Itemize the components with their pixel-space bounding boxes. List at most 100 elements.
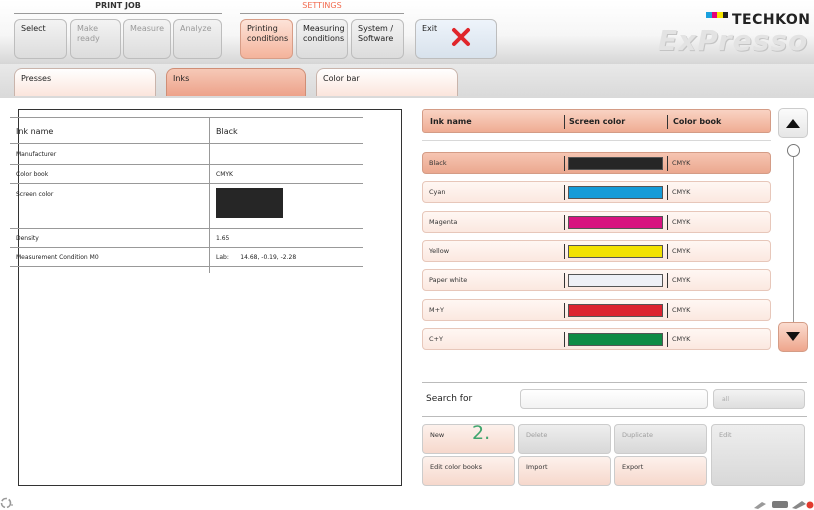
ink-row[interactable]: Paper white CMYK [422, 269, 771, 291]
ink-row-name: Magenta [429, 218, 458, 226]
scroll-track [793, 144, 794, 322]
scroll-handle[interactable] [787, 144, 800, 157]
manufacturer-label: Manufacturer [16, 151, 57, 158]
import-button[interactable]: Import [518, 456, 611, 486]
detail-row [10, 229, 363, 248]
header-screen-color: Screen color [569, 117, 626, 126]
ink-row-separator [564, 332, 565, 347]
make-ready-button[interactable]: Make ready [70, 19, 121, 59]
all-button[interactable]: all [713, 389, 805, 409]
detail-row [10, 117, 363, 144]
color-book-label: Color book [16, 171, 49, 178]
ink-row-color-book: CMYK [672, 276, 691, 284]
measuring-conditions-button[interactable]: Measuring conditions [296, 19, 348, 59]
printing-conditions-button[interactable]: Printing conditions [240, 19, 293, 59]
measurement-condition-value: Lab: 14.68, -0.19, -2.28 [216, 254, 297, 261]
ink-row-separator [564, 156, 565, 171]
scroll-down-button[interactable] [778, 322, 808, 352]
ink-row-color-swatch [568, 333, 663, 346]
ink-row-color-swatch [568, 274, 663, 287]
ink-row-separator [564, 215, 565, 230]
cmyk-logo-icon [706, 12, 728, 18]
ink-row-separator [564, 244, 565, 259]
ink-row[interactable]: C+Y CMYK [422, 328, 771, 350]
header-separator [667, 115, 668, 129]
ink-row-color-book: CMYK [672, 247, 691, 255]
select-button[interactable]: Select [14, 19, 67, 59]
settings-title: SETTINGS [302, 1, 342, 10]
ink-row-separator [667, 185, 668, 200]
analyze-button[interactable]: Analyze [173, 19, 222, 59]
list-divider [422, 140, 771, 141]
ink-row-separator [667, 273, 668, 288]
triangle-down-icon [786, 332, 800, 341]
ink-row-separator [564, 185, 565, 200]
tab-inks[interactable]: Inks [166, 68, 306, 96]
search-top-divider [422, 382, 807, 383]
exit-button[interactable]: Exit [415, 19, 497, 59]
ink-name-label: Ink name [16, 127, 54, 136]
ink-row-color-swatch [568, 186, 663, 199]
ink-row[interactable]: Magenta CMYK [422, 211, 771, 233]
ink-row[interactable]: Black CMYK [422, 152, 771, 174]
ink-row-separator [667, 332, 668, 347]
search-label: Search for [426, 394, 473, 404]
search-bottom-divider [422, 416, 807, 417]
ink-row-color-swatch [568, 245, 663, 258]
detail-row [10, 165, 363, 184]
measurement-condition-label: Measurement Condition M0 [16, 254, 99, 261]
ink-row-separator [667, 156, 668, 171]
ink-row[interactable]: M+Y CMYK [422, 299, 771, 321]
product-logo: ExPresso [658, 24, 809, 57]
delete-button[interactable]: Delete [518, 424, 611, 454]
header-separator [564, 115, 565, 129]
ink-row-color-book: CMYK [672, 306, 691, 314]
triangle-up-icon [786, 119, 800, 128]
screen-color-swatch [216, 188, 283, 218]
ink-row-color-book: CMYK [672, 218, 691, 226]
ink-row-name: Black [429, 159, 447, 167]
new-button[interactable]: New [422, 424, 515, 454]
density-label: Density [16, 235, 39, 242]
density-value: 1.65 [216, 235, 230, 242]
measure-button[interactable]: Measure [123, 19, 171, 59]
ink-name-value: Black [216, 127, 238, 136]
ink-row-separator [667, 244, 668, 259]
ink-row-separator [667, 215, 668, 230]
detail-row [10, 144, 363, 165]
close-icon [452, 28, 470, 46]
export-button[interactable]: Export [614, 456, 707, 486]
ink-row-color-book: CMYK [672, 335, 691, 343]
ink-row-separator [564, 303, 565, 318]
scroll-up-button[interactable] [778, 108, 808, 138]
settings-divider [240, 13, 404, 14]
header-color-book: Color book [673, 117, 722, 126]
print-job-title: PRINT JOB [95, 1, 141, 10]
header-ink-name: Ink name [430, 117, 472, 126]
screen-color-label: Screen color [16, 191, 54, 198]
ink-row-color-book: CMYK [672, 159, 691, 167]
ink-row-separator [564, 273, 565, 288]
system-software-button[interactable]: System / Software [351, 19, 404, 59]
edit-color-books-button[interactable]: Edit color books [422, 456, 515, 486]
duplicate-button[interactable]: Duplicate [614, 424, 707, 454]
ink-list-header: Ink name Screen color Color book [422, 109, 771, 133]
device-icons [754, 501, 814, 509]
ink-row-color-book: CMYK [672, 188, 691, 196]
ink-row-color-swatch [568, 216, 663, 229]
step-annotation: 2. [472, 422, 491, 444]
ink-row-color-swatch [568, 304, 663, 317]
ink-row[interactable]: Cyan CMYK [422, 181, 771, 203]
spinner-icon [0, 497, 13, 509]
exit-label: Exit [422, 24, 438, 33]
tab-presses[interactable]: Presses [14, 68, 156, 96]
edit-button[interactable]: Edit [711, 424, 805, 486]
tab-color-bar[interactable]: Color bar [316, 68, 458, 96]
ink-row-name: Paper white [429, 276, 468, 284]
print-job-divider [14, 13, 222, 14]
ink-row-name: Yellow [429, 247, 450, 255]
ink-row-separator [667, 303, 668, 318]
ink-row[interactable]: Yellow CMYK [422, 240, 771, 262]
search-input[interactable] [520, 389, 708, 409]
ink-row-name: M+Y [429, 306, 445, 314]
